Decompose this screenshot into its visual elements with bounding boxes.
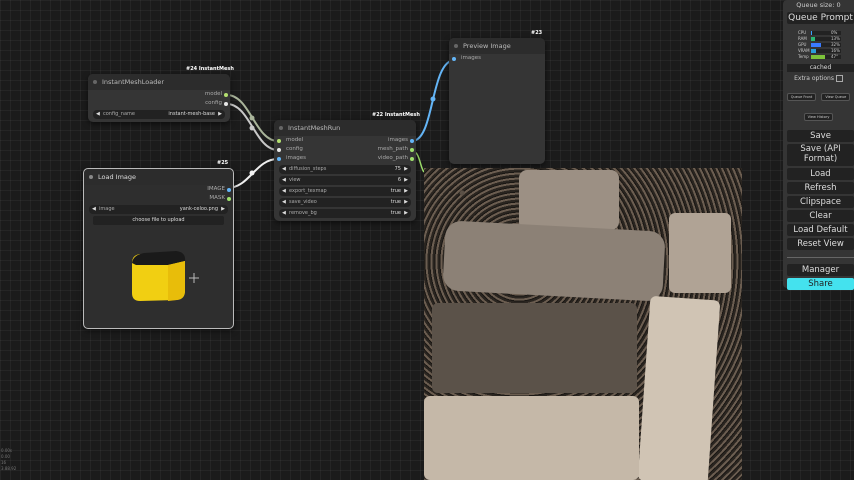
run-input-images[interactable]: images (274, 154, 344, 163)
loader-output-model[interactable]: model (88, 90, 230, 99)
preview-input-images[interactable]: images (449, 54, 545, 63)
load-image-badge: #25 (217, 160, 229, 166)
load-image-title[interactable]: Load Image (84, 169, 233, 185)
refresh-button[interactable]: Refresh (787, 182, 854, 194)
arrow-right-icon: ▶ (218, 111, 222, 117)
clipspace-button[interactable]: Clipspace (787, 196, 854, 208)
image-preview-cube-icon (132, 251, 199, 301)
link-config (226, 103, 279, 151)
clear-button[interactable]: Clear (787, 210, 854, 222)
system-monitor: CPU 0% RAM 13% GPU 32% VRAM 16% Temp 47° (783, 30, 854, 60)
checkbox-icon (835, 75, 843, 82)
run-badge: #22 InstantMesh (372, 112, 420, 118)
load-default-button[interactable]: Load Default (787, 224, 854, 236)
link-model (226, 94, 279, 142)
run-output-video-path[interactable]: video_path (346, 154, 416, 163)
load-image-node[interactable]: Load Image IMAGE MASK ◀ image yank-celoo.p… (83, 168, 234, 329)
queue-prompt-button[interactable]: Queue Prompt (787, 12, 854, 24)
arrow-left-icon: ◀ (96, 111, 100, 117)
view-queue-button[interactable]: View Queue (821, 93, 851, 101)
load-image-output-image[interactable]: IMAGE (84, 185, 233, 194)
config-name-combo[interactable]: ◀ config_name instant-mesh-base ▶ (93, 110, 225, 119)
image-combo[interactable]: ◀ image yank-celoo.png ▶ (89, 205, 228, 214)
run-output-images[interactable]: images (346, 136, 416, 145)
preview-image-node[interactable]: Preview Image images (449, 38, 545, 164)
loader-title[interactable]: InstantMeshLoader (88, 74, 230, 90)
view-history-button[interactable]: View History (803, 113, 834, 121)
load-button[interactable]: Load (787, 168, 854, 180)
loader-output-config[interactable]: config (88, 99, 230, 108)
side-menu: Queue size: 0 Queue Prompt CPU 0% RAM 13% … (783, 0, 854, 290)
run-output-mesh-path[interactable]: mesh_path (346, 145, 416, 154)
preview-title[interactable]: Preview Image (449, 38, 545, 54)
extra-options-toggle[interactable]: Extra options (783, 75, 854, 82)
instantmesh-loader-node[interactable]: InstantMeshLoader model config ◀ config_… (88, 74, 230, 122)
run-input-config[interactable]: config (274, 145, 344, 154)
menu-divider (787, 257, 854, 258)
manager-button[interactable]: Manager (787, 264, 854, 276)
queue-size: Queue size: 0 (796, 1, 841, 9)
run-title[interactable]: InstantMeshRun (274, 120, 416, 136)
export-texmap-toggle[interactable]: ◀ export_texmap true ▶ (279, 187, 411, 196)
queue-front-button[interactable]: Queue Front (786, 93, 817, 101)
save-video-toggle[interactable]: ◀ save_video true ▶ (279, 198, 411, 207)
preview-badge: #23 (531, 30, 543, 36)
reset-view-button[interactable]: Reset View (787, 238, 854, 250)
loader-badge: #24 InstantMesh (186, 66, 234, 72)
remove-bg-toggle[interactable]: ◀ remove_bg true ▶ (279, 209, 411, 218)
footer-stats: 0.00s 0.00 16 3.88.92 (1, 448, 17, 471)
save-api-button[interactable]: Save (API Format) (787, 144, 854, 166)
monitor-temp: Temp 47° (783, 54, 854, 60)
view-widget[interactable]: ◀ view 6 ▶ (279, 176, 411, 185)
load-image-output-mask[interactable]: MASK (84, 194, 233, 203)
share-button[interactable]: Share (787, 278, 854, 290)
texture-map-image (424, 168, 742, 480)
save-button[interactable]: Save (787, 130, 854, 142)
diffusion-steps-widget[interactable]: ◀ diffusion_steps 75 ▶ (279, 165, 411, 174)
instantmesh-run-node[interactable]: InstantMeshRun model config images image… (274, 120, 416, 221)
link-image-to-run (226, 158, 279, 189)
run-input-model[interactable]: model (274, 136, 344, 145)
choose-file-button[interactable]: choose file to upload (93, 216, 224, 225)
cached-indicator: cached (787, 64, 854, 72)
